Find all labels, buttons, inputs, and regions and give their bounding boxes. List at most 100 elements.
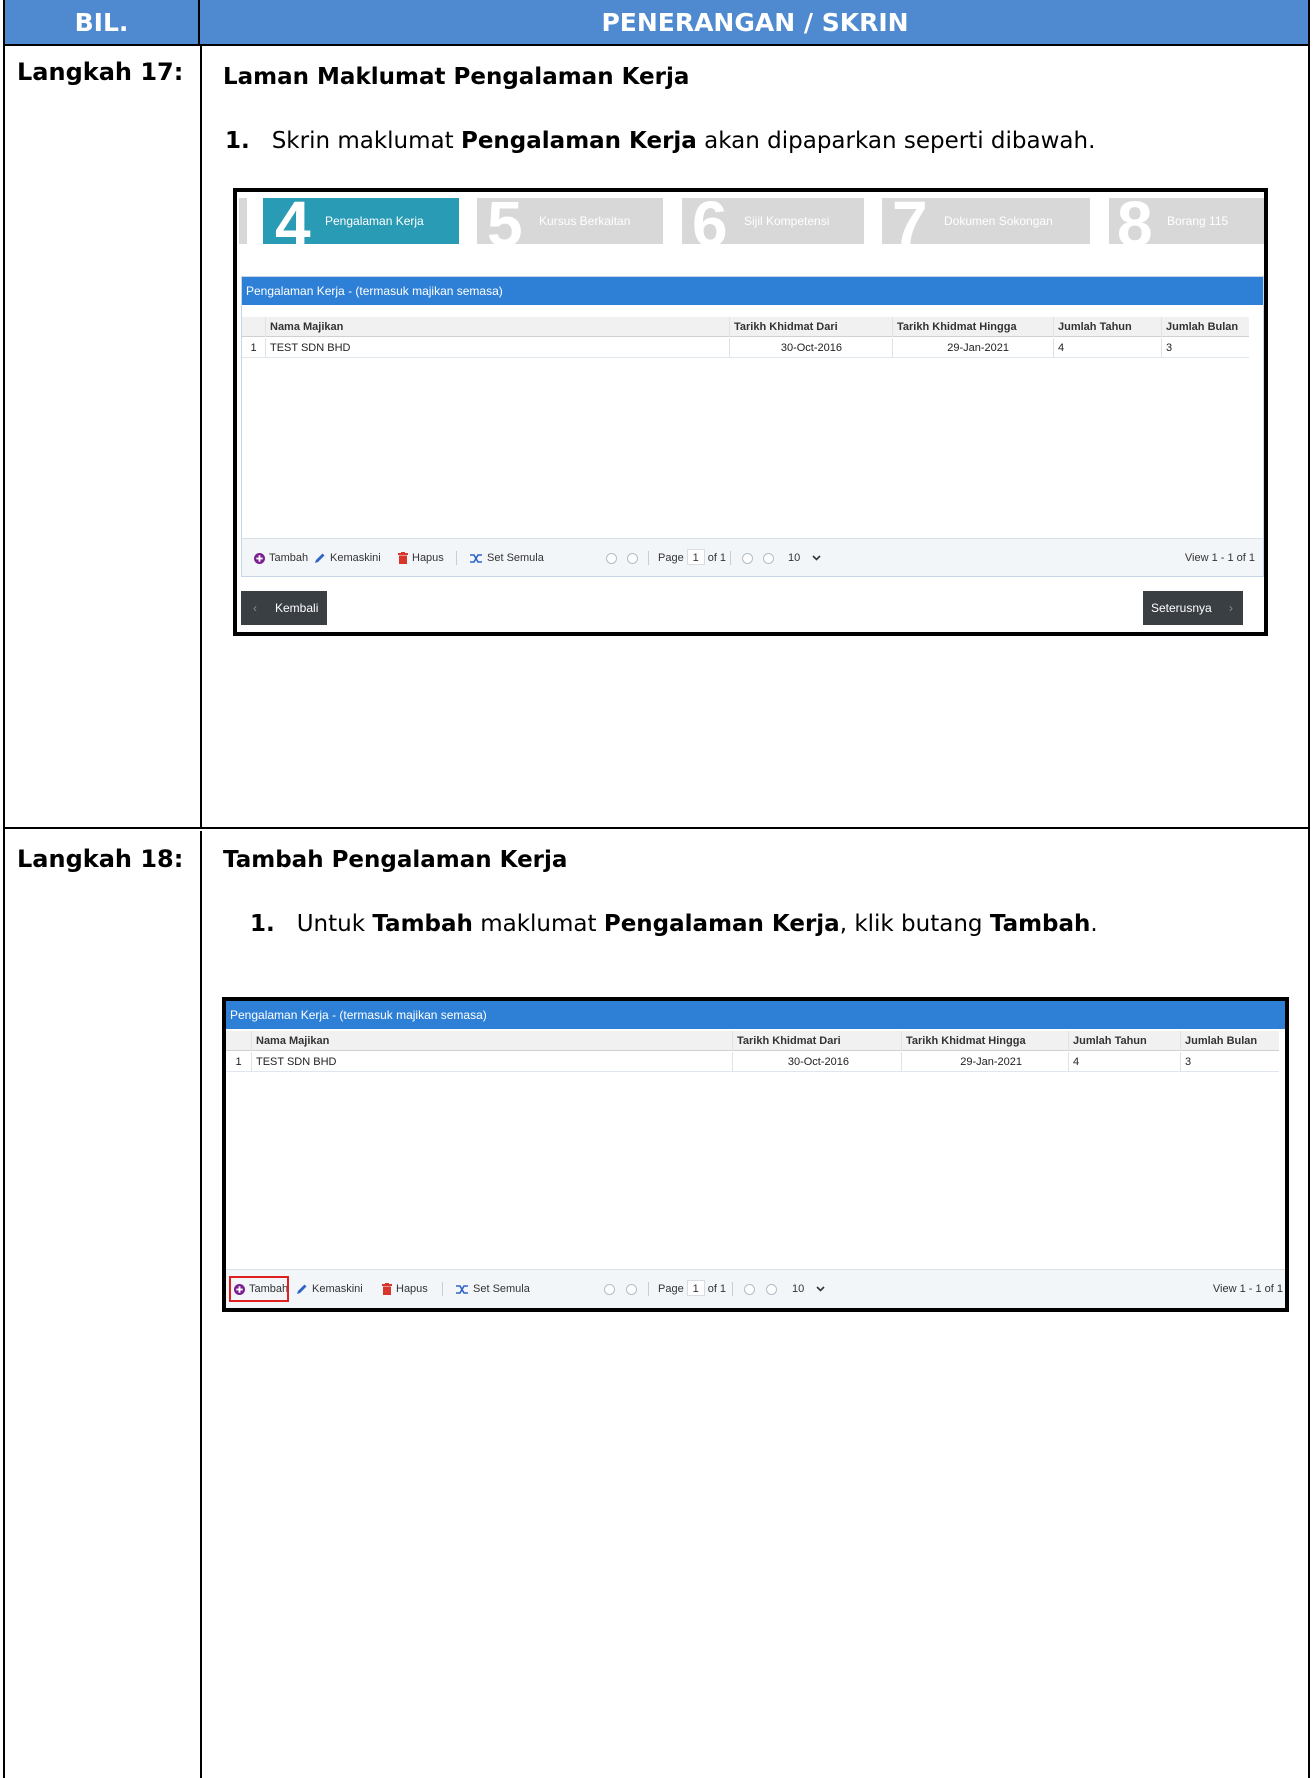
step-17-title: Laman Maklumat Pengalaman Kerja <box>223 64 690 90</box>
rows-per-page-select[interactable]: 10 <box>792 1270 829 1308</box>
next-page-icon <box>742 552 753 564</box>
wizard-step-5-label: Kursus Berkaitan <box>539 214 631 228</box>
pager-separator <box>730 551 731 565</box>
last-page-button[interactable] <box>766 1270 781 1308</box>
grid-header-nama[interactable]: Nama Majikan <box>252 1031 733 1051</box>
page-number-input[interactable]: 1 <box>686 549 705 565</box>
prev-page-button[interactable] <box>627 539 642 577</box>
view-count: View 1 - 1 of 1 <box>1212 1283 1283 1295</box>
pager-separator <box>456 551 457 565</box>
last-page-icon <box>763 552 774 564</box>
prev-page-button[interactable] <box>626 1270 641 1308</box>
first-page-icon <box>604 1283 615 1295</box>
chevron-right-icon: › <box>1229 601 1233 615</box>
next-page-button[interactable] <box>742 539 757 577</box>
step-18-text-d: Pengalaman Kerja <box>603 911 840 937</box>
step-17-number: 1. <box>225 128 250 154</box>
pager-separator <box>648 551 649 565</box>
first-page-button[interactable] <box>606 539 621 577</box>
page-of-label: of 1 <box>707 552 727 564</box>
grid-header-tahun[interactable]: Jumlah Tahun <box>1054 317 1162 337</box>
step-17-text-c: akan dipaparkan seperti dibawah. <box>696 128 1096 154</box>
trash-icon <box>382 1283 392 1296</box>
last-page-button[interactable] <box>763 539 778 577</box>
set-semula-button[interactable]: Set Semula <box>456 1270 530 1308</box>
grid-header-dari[interactable]: Tarikh Khidmat Dari <box>733 1031 902 1051</box>
kembali-button[interactable]: ‹ Kembali <box>241 591 327 625</box>
cell-nama-majikan: TEST SDN BHD <box>252 1052 733 1072</box>
pager-separator <box>648 1282 649 1296</box>
chevron-down-icon <box>812 555 822 561</box>
table-row[interactable]: 1 TEST SDN BHD 30-Oct-2016 29-Jan-2021 4… <box>242 338 1249 358</box>
pager-separator <box>442 1282 443 1296</box>
page-of-label: of 1 <box>707 1283 727 1295</box>
grid-header-row: Nama Majikan Tarikh Khidmat Dari Tarikh … <box>242 317 1249 337</box>
chevron-down-icon <box>816 1286 826 1292</box>
grid-header-bulan[interactable]: Jumlah Bulan <box>1162 317 1249 337</box>
wizard-step-6-label: Sijil Kompetensi <box>744 214 830 228</box>
grid-header-bulan[interactable]: Jumlah Bulan <box>1181 1031 1279 1051</box>
grid-header-dari[interactable]: Tarikh Khidmat Dari <box>730 317 893 337</box>
cell-jumlah-tahun: 4 <box>1054 338 1162 358</box>
wizard-step-6[interactable]: 6 Sijil Kompetensi <box>682 192 864 256</box>
tambah-button[interactable]: Tambah <box>254 539 308 577</box>
cell-jumlah-tahun: 4 <box>1069 1052 1181 1072</box>
header-bil: BIL. <box>5 0 200 44</box>
kemaskini-label: Kemaskini <box>312 1283 363 1295</box>
header-penerangan: PENERANGAN / SKRIN <box>601 7 909 37</box>
kemaskini-button[interactable]: Kemaskini <box>296 1270 363 1308</box>
plus-circle-icon <box>254 552 265 564</box>
step-18-text-f: Tambah <box>989 911 1091 937</box>
wizard-step-8[interactable]: 8 Borang 115 <box>1109 192 1264 256</box>
step-18-row: Langkah 18: Tambah Pengalaman Kerja 1. U… <box>5 831 1308 1778</box>
shuffle-icon <box>470 553 482 563</box>
column-divider <box>200 831 202 1778</box>
page-indicator: Page 1 of 1 <box>658 1270 726 1308</box>
wizard-step-4[interactable]: 4 Pengalaman Kerja <box>263 192 459 256</box>
wizard-step-4-number: 4 <box>275 188 311 260</box>
cell-jumlah-bulan: 3 <box>1185 1056 1192 1068</box>
grid-header-row: Nama Majikan Tarikh Khidmat Dari Tarikh … <box>226 1031 1279 1051</box>
wizard-step-5[interactable]: 5 Kursus Berkaitan <box>477 192 663 256</box>
grid-header-rownum <box>226 1031 252 1051</box>
screenshot-pengalaman-kerja: 4 Pengalaman Kerja 5 Kursus Berkaitan 6 … <box>233 188 1268 636</box>
table-row[interactable]: 1 TEST SDN BHD 30-Oct-2016 29-Jan-2021 4… <box>226 1052 1279 1072</box>
wizard-step-8-label: Borang 115 <box>1167 214 1229 228</box>
screenshot-tambah-pengalaman: Pengalaman Kerja - (termasuk majikan sem… <box>222 997 1289 1312</box>
cell-tarikh-hingga: 29-Jan-2021 <box>893 338 1054 358</box>
page-indicator: Page 1 of 1 <box>658 539 726 577</box>
page-number-input[interactable]: 1 <box>686 1280 705 1296</box>
step-18-instruction: 1. Untuk Tambah maklumat Pengalaman Kerj… <box>250 911 1098 937</box>
pencil-icon <box>297 1284 307 1295</box>
step-17-label: Langkah 17: <box>17 58 184 86</box>
hapus-button[interactable]: Hapus <box>398 539 444 577</box>
chevron-left-icon: ‹ <box>253 601 257 615</box>
wizard-steps: 4 Pengalaman Kerja 5 Kursus Berkaitan 6 … <box>237 192 1264 256</box>
rows-per-page-select[interactable]: 10 <box>788 539 825 577</box>
first-page-button[interactable] <box>604 1270 619 1308</box>
column-divider <box>200 46 202 827</box>
set-semula-button[interactable]: Set Semula <box>470 539 544 577</box>
grid-pager: Tambah Kemaskini Hapus Set Semula Page 1… <box>226 1269 1285 1308</box>
step-18-text-a: Untuk <box>296 911 373 937</box>
grid-header-hingga[interactable]: Tarikh Khidmat Hingga <box>893 317 1054 337</box>
grid-header-hingga[interactable]: Tarikh Khidmat Hingga <box>902 1031 1069 1051</box>
seterusnya-label: Seterusnya <box>1151 601 1212 615</box>
seterusnya-button[interactable]: Seterusnya › <box>1143 591 1243 625</box>
step-18-text-b: Tambah <box>372 911 473 937</box>
step-17-instruction: 1. Skrin maklumat Pengalaman Kerja akan … <box>225 128 1095 154</box>
grid-header-nama[interactable]: Nama Majikan <box>266 317 730 337</box>
wizard-step-4-label: Pengalaman Kerja <box>325 214 424 228</box>
grid-header-tahun[interactable]: Jumlah Tahun <box>1069 1031 1181 1051</box>
wizard-step-7[interactable]: 7 Dokumen Sokongan <box>882 192 1090 256</box>
grid-caption: Pengalaman Kerja - (termasuk majikan sem… <box>226 1001 1285 1029</box>
grid-caption: Pengalaman Kerja - (termasuk majikan sem… <box>242 277 1263 305</box>
step-18-text-g: . <box>1090 911 1098 937</box>
set-semula-label: Set Semula <box>487 552 544 564</box>
next-page-button[interactable] <box>744 1270 759 1308</box>
table-header: BIL. PENERANGAN / SKRIN <box>5 0 1308 46</box>
kemaskini-button[interactable]: Kemaskini <box>314 539 381 577</box>
step-17-row: Langkah 17: Laman Maklumat Pengalaman Ke… <box>5 46 1308 829</box>
hapus-button[interactable]: Hapus <box>382 1270 428 1308</box>
step-18-number: 1. <box>250 911 275 937</box>
